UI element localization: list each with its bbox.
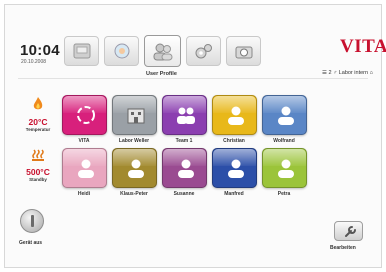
profile-labor-weller[interactable] [112,95,157,135]
user-icon [278,159,294,178]
user-icon [78,159,94,178]
user-icon [228,106,244,125]
tab-furnace[interactable] [64,36,99,66]
user-icon [128,159,144,178]
settings-gears-icon [195,44,212,59]
profile-label: Susanne [173,191,195,197]
standby-value: 500°C [26,167,50,177]
user-icon [228,159,244,178]
temperature-label: Temperatur [25,127,51,132]
wrench-icon [345,226,356,237]
furnace-icon [73,43,91,59]
standby-label: Standby [29,177,47,182]
profile-label: Labor Weller [118,138,150,144]
user-icon [278,106,294,125]
team-icon [177,107,195,124]
profile-label: Wolfrand [273,138,295,144]
header-divider [18,78,368,79]
profile-label: Klaus-Peter [120,191,148,197]
temperature-display: 20°C Temperatur [21,96,55,132]
profile-label: VITA [78,138,90,144]
camera-icon [235,46,253,59]
profile-heidi[interactable] [62,148,107,188]
date: 20.10.2008 [21,59,47,65]
profile-label: Team 1 [175,138,193,144]
user-icon [178,159,194,178]
profile-team-1[interactable] [162,95,207,135]
profile-klaus-peter[interactable] [112,148,157,188]
profile-susanne[interactable] [162,148,207,188]
profile-wolfrand[interactable] [262,95,307,135]
cooling-icon [114,43,130,59]
power-off-button[interactable] [20,209,44,233]
vita-logo: VITA [340,36,386,57]
vita-profile-icon [77,106,95,124]
active-tab-label: User Profile [146,71,177,77]
profile-petra[interactable] [262,148,307,188]
clock: 10:04 [20,42,60,59]
tab-settings[interactable] [186,36,221,66]
heat-waves-icon [32,149,44,161]
tab-camera[interactable] [226,36,261,66]
flame-icon [33,97,43,110]
profile-label: Heidi [77,191,91,197]
tab-bar [64,35,261,68]
profile-label: Christian [223,138,245,144]
lab-building-icon [127,108,145,124]
tab-user-profile[interactable] [144,35,181,67]
temperature-value: 20°C [28,117,48,127]
edit-label: Bearbeiten [330,245,356,251]
profile-manfred[interactable] [212,148,257,188]
tab-cooling[interactable] [104,36,139,66]
status-indicator: ☰ 2 ♂ Labor intern ⌂ [322,70,373,76]
profile-vita[interactable] [62,95,107,135]
power-off-label: Gerät aus [19,240,43,246]
profile-label: Petra [277,191,291,197]
standby-display: 500°C Standby [21,148,55,182]
edit-button[interactable] [334,221,363,241]
user-profile-icon [153,43,173,61]
profile-christian[interactable] [212,95,257,135]
profile-label: Manfred [224,191,244,197]
